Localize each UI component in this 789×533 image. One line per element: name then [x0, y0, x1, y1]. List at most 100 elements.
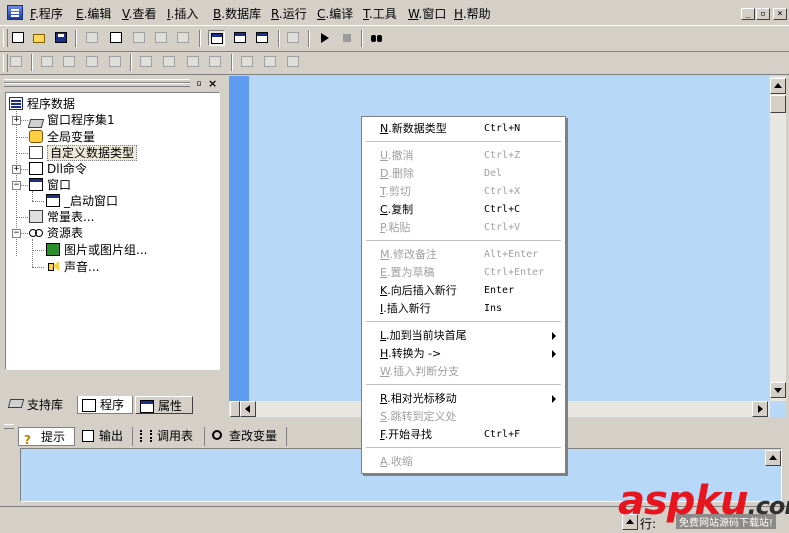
- layout-3-button[interactable]: [254, 30, 271, 46]
- minimize-button[interactable]: _: [741, 8, 755, 20]
- menu-edit[interactable]: E.编辑: [76, 5, 111, 22]
- same-width-button[interactable]: [239, 54, 256, 70]
- pen-button[interactable]: [285, 30, 302, 46]
- tab-watch-variables[interactable]: 查改变量: [207, 427, 287, 446]
- toolbar-grip[interactable]: [3, 29, 8, 47]
- toolbar-separator: [199, 30, 201, 47]
- tree-label: 常量表...: [47, 210, 95, 224]
- tree-label: Dll命令: [47, 162, 87, 176]
- tree-item-windows[interactable]: 窗口: [29, 177, 71, 193]
- menu-help[interactable]: H.帮助: [454, 5, 491, 22]
- tree-label: 窗口: [47, 178, 72, 192]
- menu-program[interactable]: F.程序: [30, 5, 63, 22]
- tree-item-sounds[interactable]: 声音...: [46, 259, 99, 275]
- panel-close-button[interactable]: ×: [208, 77, 217, 90]
- binoculars-icon: [371, 32, 383, 43]
- space-v-button[interactable]: [207, 54, 224, 70]
- pen-icon: [287, 32, 299, 43]
- app-icon[interactable]: [7, 5, 23, 20]
- tree-label: 资源表: [47, 226, 84, 240]
- submenu-arrow-icon: [552, 395, 556, 403]
- center-h-button[interactable]: [138, 54, 155, 70]
- magnifier-icon: [212, 430, 222, 440]
- tree-item-constants[interactable]: 常量表...: [29, 209, 94, 225]
- tree-item-startup-window[interactable]: _启动窗口: [46, 193, 118, 209]
- toolbar-separator: [130, 54, 132, 71]
- run-button[interactable]: [316, 30, 333, 46]
- panel-grip: [4, 83, 190, 87]
- scroll-left-button[interactable]: [240, 401, 256, 417]
- menu-database[interactable]: B.数据库: [213, 5, 261, 22]
- tree-item-window-assembly[interactable]: 窗口程序集1: [27, 112, 115, 128]
- tree-item-custom-types[interactable]: 自定义数据类型: [29, 145, 138, 161]
- tab-hint[interactable]: ? 提示: [18, 427, 75, 447]
- split-handle[interactable]: [230, 401, 240, 417]
- scroll-right-button[interactable]: [752, 401, 768, 417]
- tree-expander[interactable]: −: [12, 181, 21, 190]
- tab-properties[interactable]: 属性: [135, 396, 193, 414]
- tree-expander[interactable]: +: [12, 116, 21, 125]
- layout-2-button[interactable]: [232, 30, 249, 46]
- tree-item-images[interactable]: 图片或图片组...: [46, 242, 147, 258]
- tree-item-dll-commands[interactable]: Dll命令: [29, 161, 87, 177]
- undo-button[interactable]: [153, 30, 170, 46]
- align-top-button[interactable]: [84, 54, 101, 70]
- center-v-button[interactable]: [161, 54, 178, 70]
- cut-button[interactable]: [84, 30, 101, 46]
- tree-root[interactable]: 程序数据: [9, 96, 75, 112]
- menu-window[interactable]: W.窗口: [408, 5, 446, 22]
- close-button[interactable]: ×: [773, 8, 787, 20]
- tree-item-resources[interactable]: 资源表: [29, 225, 83, 241]
- tab-label: 支持库: [27, 398, 64, 412]
- open-file-button[interactable]: [31, 30, 48, 46]
- align-button[interactable]: [8, 54, 25, 70]
- panel-float-button[interactable]: ▫: [196, 78, 202, 89]
- new-file-button[interactable]: [10, 30, 27, 46]
- align-center-button[interactable]: [61, 54, 78, 70]
- same-size-button[interactable]: [285, 54, 302, 70]
- restore-button[interactable]: ▫: [756, 8, 770, 20]
- scroll-down-button[interactable]: [770, 382, 786, 398]
- panel-grip[interactable]: [4, 424, 14, 429]
- space-h-button[interactable]: [185, 54, 202, 70]
- align-icon: [10, 56, 22, 67]
- align-left-button[interactable]: [39, 54, 56, 70]
- tree-expander[interactable]: +: [12, 165, 21, 174]
- menu-run[interactable]: R.运行: [271, 5, 307, 22]
- scroll-up-button[interactable]: [770, 78, 786, 94]
- tab-output[interactable]: 输出: [77, 427, 133, 446]
- redo-button[interactable]: [175, 30, 192, 46]
- tree-line: [20, 169, 28, 170]
- align-bottom-button[interactable]: [107, 54, 124, 70]
- picture-icon: [46, 243, 60, 256]
- program-tree[interactable]: 程序数据 + 窗口程序集1 全局变量 自定义数据类型 + Dll命令 − 窗口 …: [5, 92, 220, 370]
- tab-support-library[interactable]: 支持库: [5, 396, 75, 414]
- toolbar-separator: [361, 30, 363, 47]
- tree-label: 自定义数据类型: [47, 145, 138, 161]
- tree-line: [20, 120, 28, 121]
- same-height-button[interactable]: [262, 54, 279, 70]
- layout-1-button[interactable]: [208, 30, 225, 46]
- call-stack-icon: [140, 430, 152, 442]
- redo-icon: [177, 32, 189, 43]
- menu-compile[interactable]: C.编译: [317, 5, 353, 22]
- toolbar-separator: [75, 30, 77, 47]
- menu-view[interactable]: V.查看: [122, 5, 157, 22]
- window-layout-icon: [256, 32, 268, 43]
- copy-button[interactable]: [108, 30, 125, 46]
- window-layout-icon: [211, 33, 223, 44]
- find-button[interactable]: [369, 30, 386, 46]
- save-button[interactable]: [53, 30, 70, 46]
- paste-button[interactable]: [131, 30, 148, 46]
- vertical-scrollbar[interactable]: [770, 76, 786, 401]
- output-scroll-up[interactable]: [765, 450, 781, 466]
- menu-insert[interactable]: I.插入: [167, 5, 198, 22]
- tab-call-stack[interactable]: 调用表: [135, 427, 205, 446]
- scroll-thumb[interactable]: [770, 95, 786, 113]
- tree-expander[interactable]: −: [12, 229, 21, 238]
- same-width-icon: [241, 56, 253, 67]
- tab-program[interactable]: 程序: [77, 396, 133, 414]
- stop-button[interactable]: [339, 30, 356, 46]
- tree-item-global-vars[interactable]: 全局变量: [29, 129, 95, 145]
- menu-tools[interactable]: T.工具: [363, 5, 397, 22]
